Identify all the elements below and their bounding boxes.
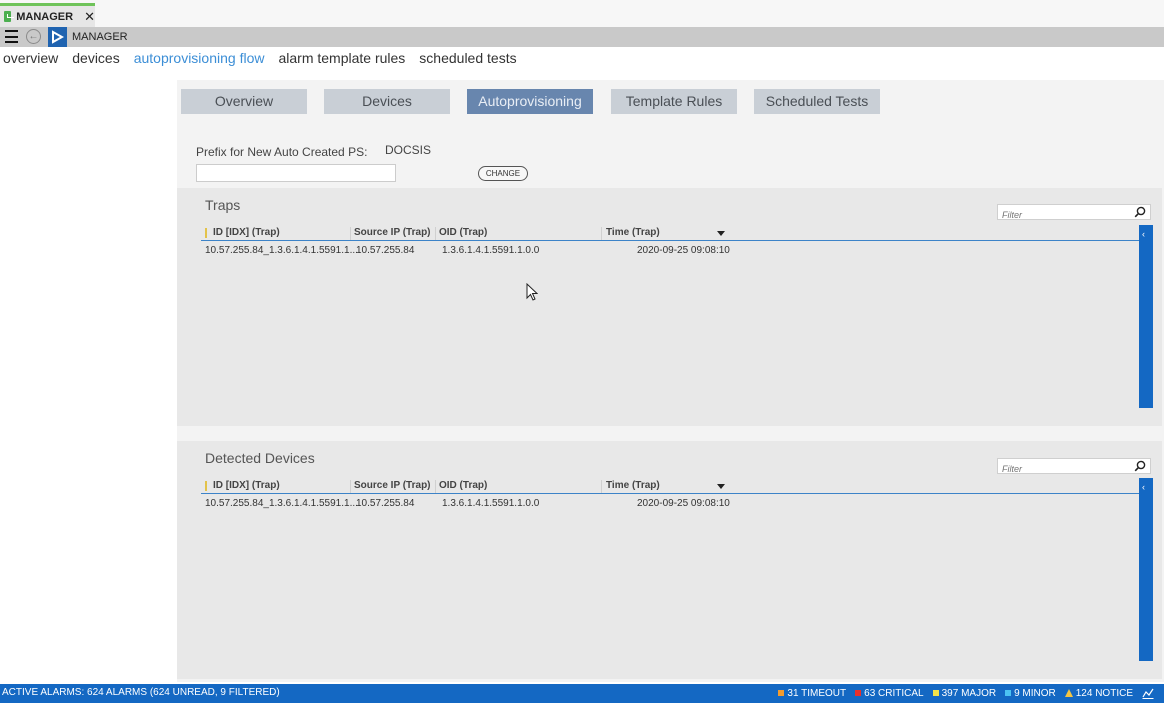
top-nav: overview devices autoprovisioning flow a… (3, 50, 517, 66)
nav-scheduled-tests[interactable]: scheduled tests (419, 50, 516, 66)
title-bar (0, 0, 1164, 27)
column-separator[interactable] (350, 480, 351, 494)
severity-major-label: 397 MAJOR (941, 687, 997, 699)
traps-filter-input[interactable] (998, 208, 1122, 222)
tab-autoprovisioning[interactable]: Autoprovisioning (467, 89, 593, 114)
header-divider (201, 240, 1139, 241)
side-panel-toggle[interactable]: ‹ (1139, 225, 1153, 408)
back-arrow-icon[interactable]: ← (26, 29, 41, 44)
warning-triangle-icon (1064, 689, 1073, 697)
column-separator[interactable] (435, 480, 436, 494)
column-separator[interactable] (350, 227, 351, 241)
severity-major[interactable]: 397 MAJOR (932, 687, 997, 699)
cell-time: 2020-09-25 09:08:10 (637, 498, 730, 509)
alarm-severity-summary: 31 TIMEOUT 63 CRITICAL 397 MAJOR 9 MINOR… (778, 687, 1164, 699)
close-tab-icon[interactable]: ✕ (84, 9, 95, 25)
severity-notice-label: 124 NOTICE (1075, 687, 1133, 699)
critical-square-icon (855, 690, 862, 696)
tab-scheduled-tests[interactable]: Scheduled Tests (754, 89, 880, 114)
severity-minor[interactable]: 9 MINOR (1005, 688, 1056, 699)
app-logo-icon (48, 27, 67, 47)
traps-header: ID [IDX] (Trap) Source IP (Trap) OID (Tr… (201, 227, 1021, 241)
column-separator[interactable] (601, 480, 602, 494)
detected-filter[interactable] (997, 458, 1151, 476)
col-id[interactable]: ID [IDX] (Trap) (213, 227, 280, 238)
chevron-left-icon: ‹ (1142, 482, 1145, 492)
cell-source-ip: 10.57.255.84 (356, 498, 415, 509)
col-time[interactable]: Time (Trap) (606, 480, 660, 491)
side-panel-toggle[interactable]: ‹ (1139, 478, 1153, 661)
sort-desc-icon[interactable] (717, 231, 725, 236)
col-source-ip[interactable]: Source IP (Trap) (354, 480, 431, 491)
key-icon (205, 481, 207, 491)
severity-timeout[interactable]: 31 TIMEOUT (778, 688, 846, 699)
search-icon[interactable] (1134, 206, 1146, 218)
traps-title: Traps (205, 197, 241, 213)
cell-oid: 1.3.6.1.4.1.5591.1.0.0 (442, 245, 540, 256)
key-icon (205, 228, 207, 238)
severity-notice[interactable]: 124 NOTICE (1064, 687, 1133, 699)
toolbar (0, 27, 1164, 47)
severity-critical-label: 63 CRITICAL (864, 687, 924, 699)
severity-critical[interactable]: 63 CRITICAL (855, 687, 924, 699)
column-separator[interactable] (601, 227, 602, 241)
severity-timeout-label: 31 TIMEOUT (787, 687, 847, 699)
timeout-square-icon (778, 690, 785, 696)
detected-devices-title: Detected Devices (205, 450, 315, 466)
chevron-left-icon: ‹ (1142, 229, 1145, 239)
line-chart-icon[interactable] (1142, 687, 1154, 699)
nav-devices[interactable]: devices (72, 50, 119, 66)
tab-template-rules[interactable]: Template Rules (611, 89, 737, 114)
col-time[interactable]: Time (Trap) (606, 227, 660, 238)
cell-id: 10.57.255.84_1.3.6.1.4.1.5591.1.... (205, 245, 361, 256)
status-bar: ACTIVE ALARMS: 624 ALARMS (624 UNREAD, 9… (0, 684, 1164, 703)
traps-panel: Traps ID [IDX] (Trap) Source IP (Trap) O… (177, 188, 1162, 426)
toolbar-title: MANAGER (72, 31, 128, 43)
cell-id: 10.57.255.84_1.3.6.1.4.1.5591.1.... (205, 498, 361, 509)
prefix-value: DOCSIS (385, 143, 432, 157)
col-oid[interactable]: OID (Trap) (439, 480, 487, 491)
nav-autoprovisioning-flow[interactable]: autoprovisioning flow (134, 50, 265, 66)
col-source-ip[interactable]: Source IP (Trap) (354, 227, 431, 238)
cell-source-ip: 10.57.255.84 (356, 245, 415, 256)
header-divider (201, 493, 1139, 494)
sort-desc-icon[interactable] (717, 484, 725, 489)
col-oid[interactable]: OID (Trap) (439, 227, 487, 238)
prefix-input[interactable] (196, 164, 396, 182)
table-row[interactable]: 10.57.255.84_1.3.6.1.4.1.5591.1.... 10.5… (201, 245, 761, 259)
cell-oid: 1.3.6.1.4.1.5591.1.0.0 (442, 498, 540, 509)
search-icon[interactable] (1134, 460, 1146, 472)
traps-filter[interactable] (997, 204, 1151, 222)
detected-devices-panel: Detected Devices ID [IDX] (Trap) Source … (177, 441, 1162, 679)
active-alarms-text[interactable]: ACTIVE ALARMS: 624 ALARMS (624 UNREAD, 9… (2, 687, 280, 698)
change-button[interactable]: CHANGE (478, 166, 528, 181)
mouse-cursor-icon (526, 283, 538, 301)
minor-square-icon (1005, 690, 1012, 696)
manager-logo-icon (4, 11, 15, 22)
tab-devices[interactable]: Devices (324, 89, 450, 114)
prefix-label: Prefix for New Auto Created PS: (196, 145, 368, 159)
app-tab[interactable]: MANAGER ✕ (0, 3, 95, 27)
nav-overview[interactable]: overview (3, 50, 58, 66)
app-tab-label: MANAGER (16, 10, 74, 23)
severity-minor-label: 9 MINOR (1014, 687, 1056, 699)
hamburger-menu-icon[interactable] (5, 30, 18, 43)
major-square-icon (932, 690, 939, 696)
col-id[interactable]: ID [IDX] (Trap) (213, 480, 280, 491)
table-row[interactable]: 10.57.255.84_1.3.6.1.4.1.5591.1.... 10.5… (201, 498, 761, 512)
tab-overview[interactable]: Overview (181, 89, 307, 114)
detected-header: ID [IDX] (Trap) Source IP (Trap) OID (Tr… (201, 480, 1021, 494)
column-separator[interactable] (435, 227, 436, 241)
cell-time: 2020-09-25 09:08:10 (637, 245, 730, 256)
detected-filter-input[interactable] (998, 462, 1122, 476)
nav-alarm-template-rules[interactable]: alarm template rules (278, 50, 405, 66)
